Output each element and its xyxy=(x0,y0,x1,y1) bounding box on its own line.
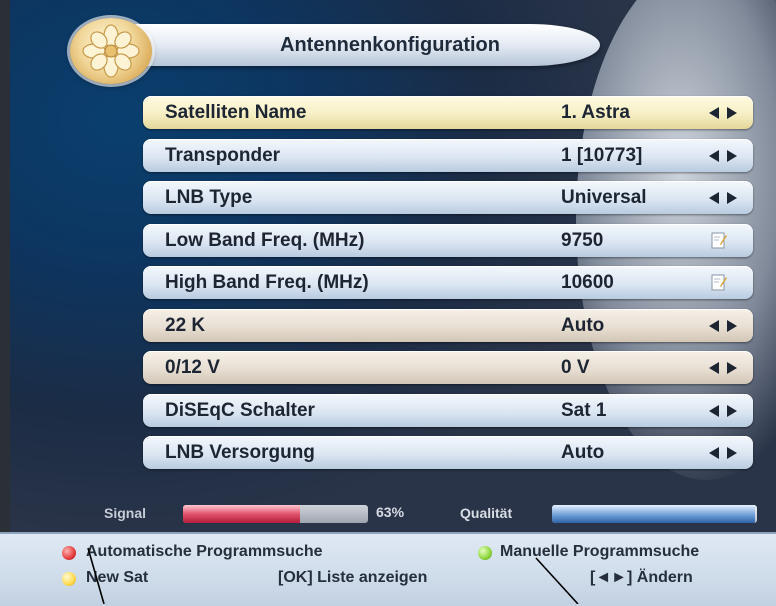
row-value: Sat 1 xyxy=(561,399,607,421)
row-label: DiSEqC Schalter xyxy=(165,399,315,421)
row-value: 0 V xyxy=(561,357,590,378)
tv-screen: Antennenkonfiguration Satelliten Name 1.… xyxy=(0,0,776,604)
signal-strength-bar xyxy=(183,505,368,523)
menu-row-high-band-freq[interactable]: High Band Freq. (MHz) 10600 xyxy=(143,266,753,299)
row-value: Auto xyxy=(561,314,605,336)
signal-quality-fill xyxy=(552,505,755,523)
row-label: LNB Versorgung xyxy=(165,442,315,463)
menu-row-diseqc-switch[interactable]: DiSEqC Schalter Sat 1 xyxy=(143,393,753,427)
left-right-arrows-icon[interactable] xyxy=(707,445,739,461)
row-label: High Band Freq. (MHz) xyxy=(165,272,369,293)
menu-row-lnb-power[interactable]: LNB Versorgung Auto xyxy=(143,436,753,469)
signal-label: Signal xyxy=(104,505,147,521)
row-label: 0/12 V xyxy=(165,357,220,378)
row-value: Auto xyxy=(561,442,605,463)
left-right-arrows-icon[interactable] xyxy=(707,403,739,419)
left-right-arrows-icon[interactable] xyxy=(707,105,739,121)
row-label: 22 K xyxy=(165,314,206,336)
screen-bezel xyxy=(0,0,10,604)
row-value: 1. Astra xyxy=(561,102,630,123)
row-value: 10600 xyxy=(561,272,614,293)
row-value: Universal xyxy=(561,187,647,208)
edit-icon[interactable] xyxy=(711,232,727,249)
row-value: 9750 xyxy=(561,229,604,251)
antenna-settings-menu: Satelliten Name 1. Astra Transponder 1 [… xyxy=(143,96,753,479)
row-label: LNB Type xyxy=(165,187,253,208)
edit-icon[interactable] xyxy=(711,274,727,291)
left-right-arrows-icon[interactable] xyxy=(707,360,739,376)
menu-row-transponder[interactable]: Transponder 1 [10773] xyxy=(143,138,753,172)
row-label: Satelliten Name xyxy=(165,102,307,123)
row-value: 1 [10773] xyxy=(561,144,643,166)
left-right-arrows-icon[interactable] xyxy=(707,190,739,206)
menu-row-satellite-name[interactable]: Satelliten Name 1. Astra xyxy=(143,96,753,129)
satellite-dish-emblem-icon xyxy=(70,18,152,84)
menu-row-low-band-freq[interactable]: Low Band Freq. (MHz) 9750 xyxy=(143,223,753,257)
menu-row-0-12v[interactable]: 0/12 V 0 V xyxy=(143,351,753,384)
menu-row-22k[interactable]: 22 K Auto xyxy=(143,308,753,342)
signal-percent: 63% xyxy=(376,504,405,520)
annotation-lines xyxy=(87,547,579,604)
title-bar: Antennenkonfiguration xyxy=(130,24,600,66)
page-title: Antennenkonfiguration xyxy=(280,34,500,56)
row-label: Transponder xyxy=(165,144,281,166)
signal-quality-bar xyxy=(552,505,757,523)
quality-label: Qualität xyxy=(460,505,513,521)
left-right-arrows-icon[interactable] xyxy=(707,318,739,334)
row-label: Low Band Freq. (MHz) xyxy=(165,229,365,251)
left-right-arrows-icon[interactable] xyxy=(707,148,739,164)
menu-row-lnb-type[interactable]: LNB Type Universal xyxy=(143,181,753,214)
signal-strength-fill xyxy=(183,505,300,523)
